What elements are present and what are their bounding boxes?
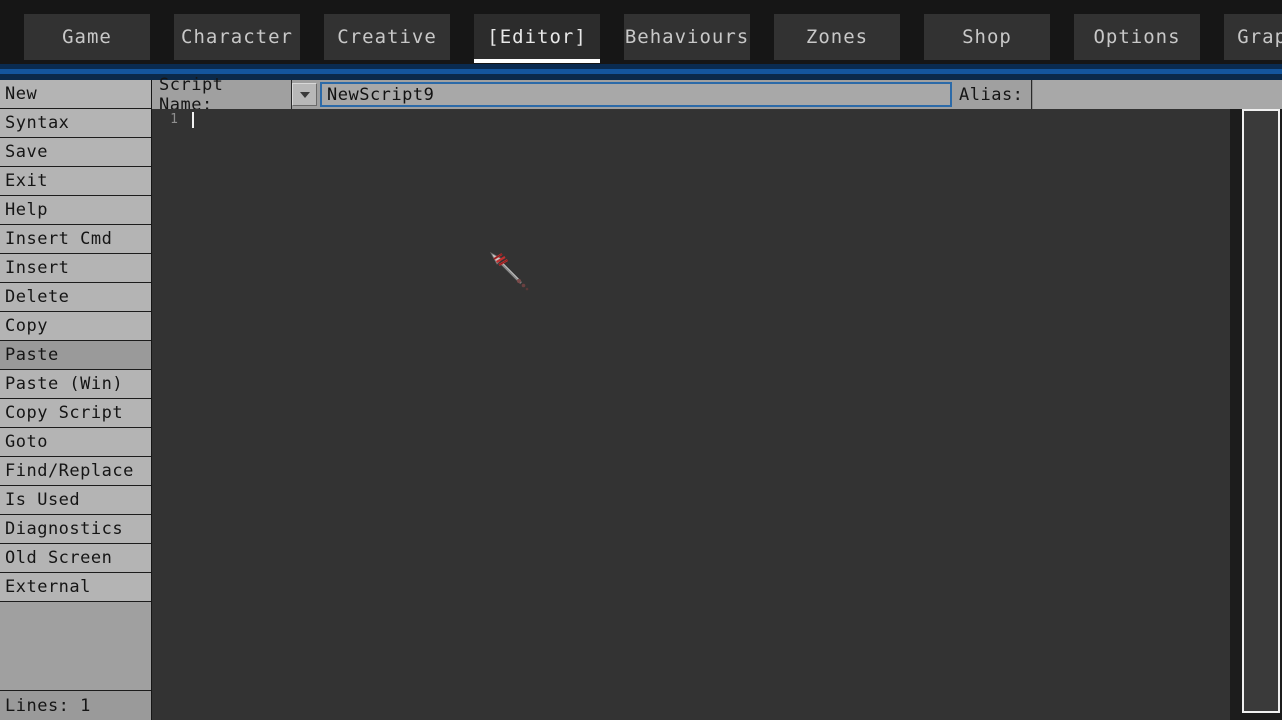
script-name-label: Script Name: bbox=[152, 75, 292, 115]
sidebar-item-find-replace[interactable]: Find/Replace bbox=[0, 457, 151, 486]
tab-zones[interactable]: Zones bbox=[774, 14, 900, 60]
sidebar-item-label: External bbox=[5, 577, 91, 597]
sidebar-item-label: Is Used bbox=[5, 490, 81, 510]
sidebar-item-label: New bbox=[5, 84, 38, 104]
sidebar-item-diagnostics[interactable]: Diagnostics bbox=[0, 515, 151, 544]
sidebar-item-label: Exit bbox=[5, 171, 48, 191]
tab-label: Zones bbox=[805, 26, 869, 48]
alias-label-text: Alias: bbox=[959, 84, 1024, 105]
editor-window: Game Character Creative [Editor] Behavio… bbox=[0, 0, 1282, 720]
sidebar-item-insert[interactable]: Insert bbox=[0, 254, 151, 283]
tab-game[interactable]: Game bbox=[24, 14, 150, 60]
tab-character[interactable]: Character bbox=[174, 14, 300, 60]
sidebar-item-insert-cmd[interactable]: Insert Cmd bbox=[0, 225, 151, 254]
line-count-label: Lines: 1 bbox=[5, 695, 91, 716]
sidebar-item-old-screen[interactable]: Old Screen bbox=[0, 544, 151, 573]
sidebar-item-new[interactable]: New bbox=[0, 80, 151, 109]
tab-creative[interactable]: Creative bbox=[324, 14, 450, 60]
sidebar-item-label: Paste (Win) bbox=[5, 374, 124, 394]
script-name-dropdown-button[interactable] bbox=[292, 83, 317, 106]
sidebar-item-label: Help bbox=[5, 200, 48, 220]
tab-label: Shop bbox=[962, 26, 1012, 48]
editor-container: 1 bbox=[152, 109, 1282, 720]
line-count-status: Lines: 1 bbox=[0, 691, 151, 720]
sidebar-item-delete[interactable]: Delete bbox=[0, 283, 151, 312]
sidebar-item-is-used[interactable]: Is Used bbox=[0, 486, 151, 515]
sidebar-item-label: Syntax bbox=[5, 113, 70, 133]
sidebar-item-label: Old Screen bbox=[5, 548, 113, 568]
chevron-down-icon bbox=[299, 91, 310, 98]
tab-shop[interactable]: Shop bbox=[924, 14, 1050, 60]
code-line[interactable]: 1 bbox=[152, 109, 1230, 131]
tab-label: Creative bbox=[337, 26, 437, 48]
sidebar-item-label: Save bbox=[5, 142, 48, 162]
script-name-input-wrapper[interactable] bbox=[320, 82, 952, 107]
code-editor-area[interactable]: 1 bbox=[152, 109, 1230, 720]
line-number: 1 bbox=[170, 112, 178, 127]
sidebar-item-label: Goto bbox=[5, 432, 48, 452]
sidebar-item-help[interactable]: Help bbox=[0, 196, 151, 225]
sidebar-item-save[interactable]: Save bbox=[0, 138, 151, 167]
main-tab-bar: Game Character Creative [Editor] Behavio… bbox=[0, 0, 1282, 66]
tab-label: Options bbox=[1093, 26, 1181, 48]
alias-label: Alias: bbox=[952, 80, 1032, 109]
vertical-scrollbar[interactable] bbox=[1242, 109, 1280, 713]
tab-label: Game bbox=[62, 26, 112, 48]
sidebar-item-label: Insert bbox=[5, 258, 70, 278]
sidebar-item-paste-win[interactable]: Paste (Win) bbox=[0, 370, 151, 399]
line-content[interactable] bbox=[186, 112, 194, 128]
sidebar-item-label: Copy Script bbox=[5, 403, 124, 423]
tab-options[interactable]: Options bbox=[1074, 14, 1200, 60]
sidebar-item-label: Copy bbox=[5, 316, 48, 336]
sidebar-item-paste[interactable]: Paste bbox=[0, 341, 151, 370]
sidebar-item-label: Paste bbox=[5, 345, 59, 365]
text-caret bbox=[192, 112, 194, 128]
editor-command-sidebar: New Syntax Save Exit Help Insert Cmd Ins… bbox=[0, 80, 151, 720]
alias-input-wrapper[interactable] bbox=[1032, 80, 1282, 109]
sidebar-item-copy[interactable]: Copy bbox=[0, 312, 151, 341]
editor-right-panel bbox=[1230, 109, 1282, 720]
sidebar-empty-space bbox=[0, 602, 151, 691]
sidebar-item-copy-script[interactable]: Copy Script bbox=[0, 399, 151, 428]
sidebar-item-label: Diagnostics bbox=[5, 519, 124, 539]
tab-behaviours[interactable]: Behaviours bbox=[624, 14, 750, 60]
sidebar-item-external[interactable]: External bbox=[0, 573, 151, 602]
tab-label: [Editor] bbox=[487, 26, 587, 48]
tab-label: Graphics bbox=[1237, 26, 1282, 48]
tab-label: Character bbox=[181, 26, 293, 48]
alias-input[interactable] bbox=[1033, 84, 1282, 105]
sidebar-item-label: Find/Replace bbox=[5, 461, 134, 481]
sidebar-item-goto[interactable]: Goto bbox=[0, 428, 151, 457]
sidebar-item-label: Delete bbox=[5, 287, 70, 307]
sidebar-item-label: Insert Cmd bbox=[5, 229, 113, 249]
tab-graphics[interactable]: Graphics bbox=[1224, 14, 1282, 60]
script-name-input[interactable] bbox=[322, 84, 950, 105]
sidebar-item-exit[interactable]: Exit bbox=[0, 167, 151, 196]
script-header-bar: Script Name: Alias: bbox=[152, 75, 1282, 115]
sidebar-item-syntax[interactable]: Syntax bbox=[0, 109, 151, 138]
tab-editor[interactable]: [Editor] bbox=[474, 14, 600, 63]
tab-label: Behaviours bbox=[624, 26, 750, 48]
